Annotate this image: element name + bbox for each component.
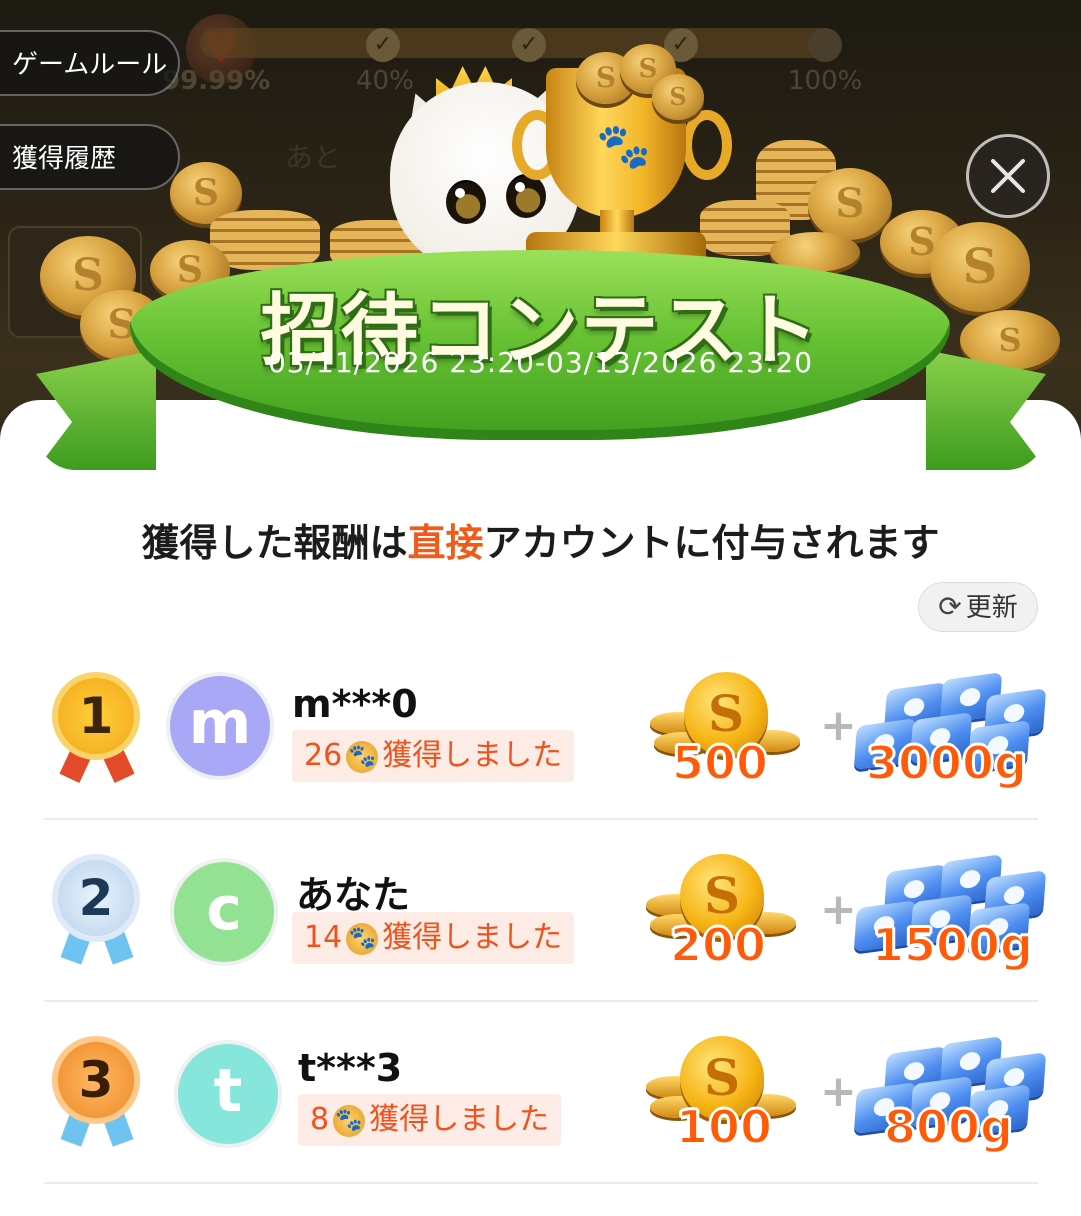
reward-notice-highlight: 直接 [407,521,484,565]
check-icon: ✓ [366,28,400,62]
history-button[interactable]: 獲得履歴 [0,124,180,190]
paw-icon: 🐾 [596,121,651,172]
paw-icon: 🐾 [346,922,379,955]
earned-label: 獲得しました [382,920,563,955]
gem-reward-amount: 800g [883,1099,1014,1155]
close-button[interactable] [966,134,1050,218]
silver-medal-icon: 2 [44,854,148,965]
earned-badge: 26 🐾 獲得しました [292,730,575,782]
earned-label: 獲得しました [382,738,563,773]
earned-count: 14 [304,920,343,955]
check-icon: ✓ [512,28,546,62]
milestone-dot-icon [808,28,842,62]
trophy-handle [682,110,732,180]
coin-reward-amount: 100 [675,1099,773,1155]
rank-number: 1 [52,672,140,760]
refresh-label: 更新 [965,593,1018,623]
player-name: t***3 [298,1046,403,1090]
bronze-medal-icon: 3 [44,1036,148,1147]
refresh-icon: ⟳ [938,590,962,623]
avatar: c [170,858,278,966]
rank-number: 3 [52,1036,140,1124]
gold-medal-icon: 1 [44,672,148,783]
contest-period: 03/11/2026 23:20-03/13/2026 23:20 [267,346,814,379]
ranking-row: 2 c あなた 14 🐾 獲得しました S 200 + 1500g [0,854,1081,1034]
earned-badge: 14 🐾 獲得しました [292,912,575,964]
row-divider [44,818,1038,820]
refresh-button[interactable]: ⟳ 更新 [918,582,1038,632]
coin-icon: S [808,168,892,240]
paw-icon: 🐾 [346,740,379,773]
reward-notice-text: アカウントに付与されます [483,521,940,565]
cat-eye [506,174,546,218]
close-icon [991,159,1025,193]
background-hint-text: あと [285,141,342,174]
row-divider [44,1182,1038,1184]
gem-reward-amount: 1500g [871,917,1034,973]
paw-icon: 🐾 [333,1104,366,1137]
earned-count: 8 [310,1102,330,1137]
earned-count: 26 [304,738,343,773]
coin-reward-amount: 200 [669,917,767,973]
cat-eye [446,180,486,224]
ranking-row: 1 m m***0 26 🐾 獲得しました S 500 + 3000g [0,672,1081,852]
row-divider [44,1000,1038,1002]
background-milestone-label: 100% [788,66,863,96]
earned-label: 獲得しました [369,1102,550,1137]
gem-reward-amount: 3000g [865,735,1028,791]
reward-notice-text: 獲得した報酬は [141,521,408,565]
reward-notice: 獲得した報酬は直接アカウントに付与されます [0,512,1081,567]
rank-number: 2 [52,854,140,942]
player-name: m***0 [292,682,418,726]
ranking-row: 3 t t***3 8 🐾 獲得しました S 100 + 800g [0,1036,1081,1216]
game-rules-button[interactable]: ゲームルール [0,30,180,96]
avatar: t [174,1040,282,1148]
coin-icon: S [652,74,704,120]
avatar: m [166,672,274,780]
coin-reward-amount: 500 [671,735,769,791]
player-name: あなた [296,873,411,917]
earned-badge: 8 🐾 獲得しました [298,1094,562,1146]
background-milestone-label: 40% [356,66,414,96]
